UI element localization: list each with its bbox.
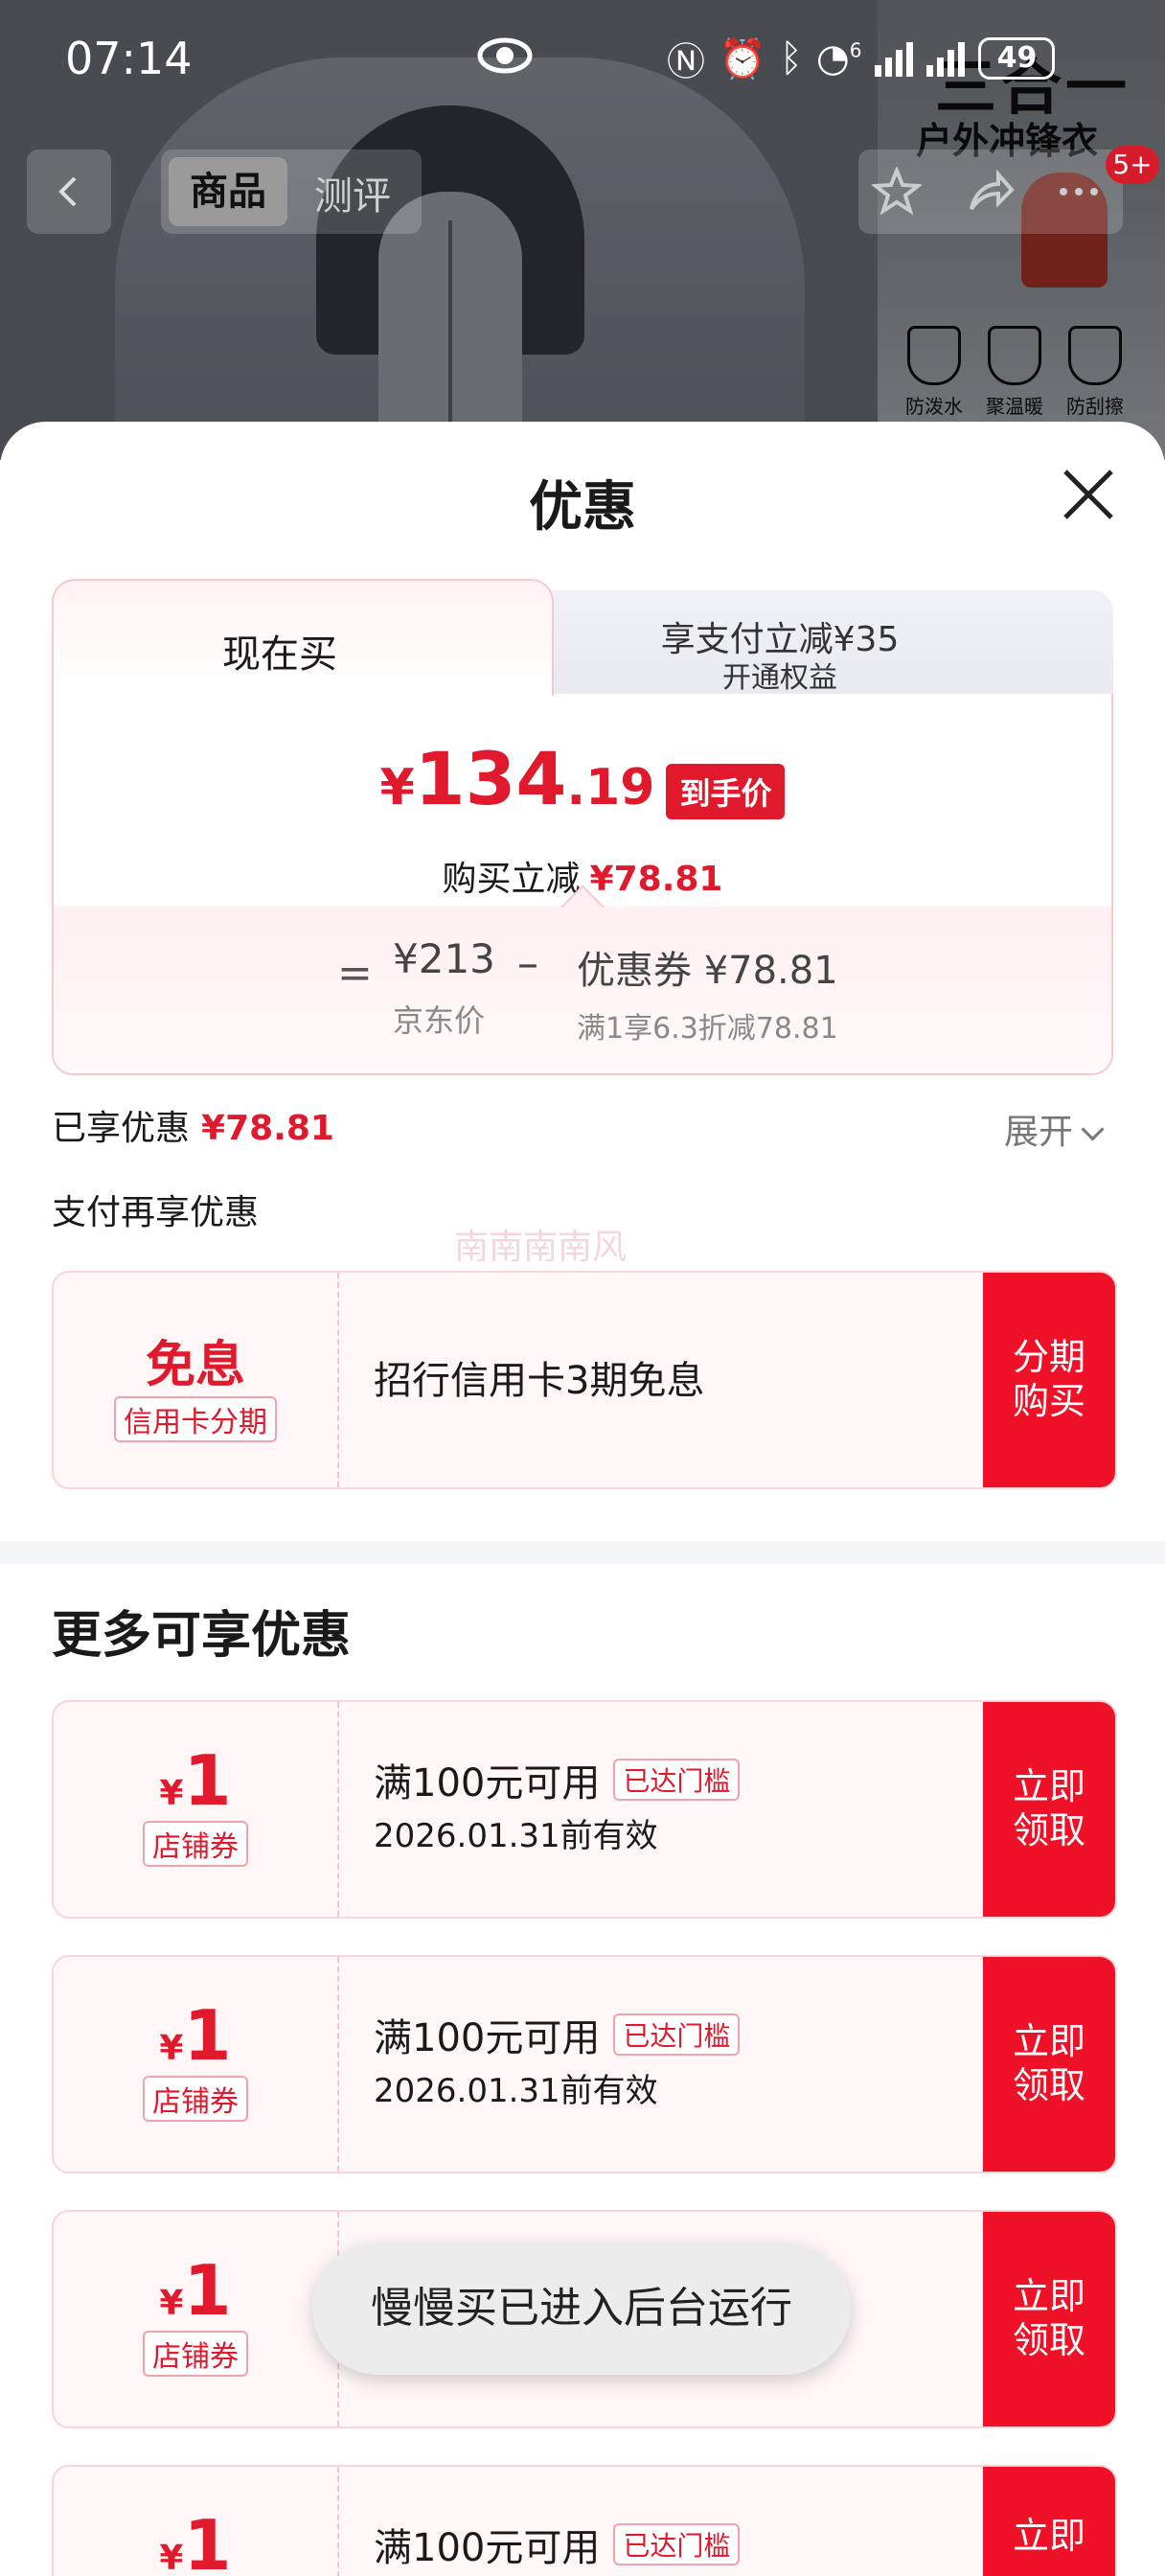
- enjoyed-discount: 已享优惠 ¥78.81: [52, 1100, 334, 1150]
- coupon-value: ¥1: [159, 1995, 232, 2076]
- coupon-amount: 优惠券 ¥78.81: [577, 949, 838, 993]
- close-icon[interactable]: [1058, 464, 1119, 525]
- coupon-card: ¥1 满100元可用 已达门槛 立即: [52, 2465, 1117, 2576]
- expand-label: 展开: [1004, 1113, 1074, 1152]
- status-bar: 07:14 Ⓝ ⏰ ᛒ ◔6 49: [0, 0, 1165, 115]
- coupon-left: ¥1: [54, 2467, 339, 2576]
- coupon-left: ¥1 店铺券: [54, 2212, 339, 2426]
- equals-sign: =: [337, 949, 373, 998]
- status-time: 07:14: [65, 33, 193, 84]
- toast-message: 慢慢买已进入后台运行: [312, 2242, 851, 2375]
- price-summary: ¥134.19 到手价 购买立减 ¥78.81 = ¥213 京东价 – 优惠券 ¥…: [52, 694, 1113, 1075]
- coupon-left: ¥1 店铺券: [54, 1957, 339, 2172]
- coupon-valid: 2026.01.31前有效: [374, 1817, 658, 1855]
- eye-icon: [477, 37, 533, 74]
- nav-tabs: 商品 测评: [161, 150, 422, 234]
- tab-pay-line2: 开通权益: [722, 661, 837, 695]
- coupon-detail: 满1享6.3折减78.81: [577, 1012, 838, 1046]
- reduce-label: 购买立减: [442, 860, 581, 899]
- battery-icon: 49: [978, 37, 1056, 80]
- back-button[interactable]: [27, 150, 111, 234]
- installment-buy-label: 分期 购买: [1012, 1336, 1085, 1422]
- interest-free-title: 免息: [145, 1337, 245, 1394]
- claim-coupon-button[interactable]: 立即 领取: [983, 1957, 1115, 2172]
- coupon-value: ¥1: [159, 2505, 232, 2576]
- coupon-card: ¥1 店铺券 满100元可用 已达门槛 2026.01.31前有效 立即 领取: [52, 1955, 1117, 2174]
- credit-desc: 招行信用卡3期免息: [374, 1359, 705, 1403]
- more-discounts-title: 更多可享优惠: [52, 1607, 352, 1665]
- coupon-valid: 2026.01.31前有效: [374, 2072, 658, 2110]
- pay-again-label: 支付再享优惠: [52, 1193, 260, 1232]
- wifi-icon: ◔6: [815, 36, 862, 80]
- cart-badge: 5+: [1106, 146, 1159, 184]
- expand-button[interactable]: 展开: [1004, 1104, 1105, 1154]
- credit-left: 免息 信用卡分期: [54, 1273, 339, 1487]
- minus-sign: –: [517, 939, 538, 988]
- tab-goods[interactable]: 商品: [169, 157, 287, 226]
- price-decimal: .19: [566, 759, 655, 816]
- claim-coupon-button[interactable]: 立即: [983, 2467, 1115, 2576]
- threshold-tag: 已达门槛: [613, 1759, 741, 1801]
- nav-actions: [858, 150, 1123, 234]
- tab-review[interactable]: 测评: [314, 165, 391, 220]
- installment-buy-button[interactable]: 分期 购买: [983, 1273, 1115, 1487]
- credit-installment-card: 免息 信用卡分期 招行信用卡3期免息 分期 购买: [52, 1271, 1117, 1489]
- final-price-tag: 到手价: [666, 763, 786, 819]
- coupon-left: ¥1 店铺券: [54, 1702, 339, 1917]
- signal-icon-2: [926, 40, 966, 77]
- jd-price: ¥213: [393, 935, 495, 982]
- signal-icon: [875, 40, 914, 77]
- coupon-value: ¥1: [159, 2250, 232, 2331]
- chevron-down-icon: [1081, 1117, 1105, 1141]
- bluetooth-icon: ᛒ: [779, 36, 803, 80]
- coupon-condition: 满100元可用 已达门槛: [374, 2517, 741, 2572]
- claim-coupon-button[interactable]: 立即 领取: [983, 1702, 1115, 1917]
- nfc-icon: Ⓝ: [667, 40, 705, 84]
- share-icon[interactable]: [966, 167, 1016, 217]
- threshold-tag: 已达门槛: [613, 2013, 741, 2056]
- coupon-type: 店铺券: [143, 2076, 248, 2122]
- tab-pay-discount[interactable]: 享支付立减¥35 开通权益: [492, 590, 1113, 698]
- price-currency: ¥: [379, 759, 415, 816]
- coupon-condition: 满100元可用 已达门槛: [374, 1752, 741, 1807]
- credit-sub: 信用卡分期: [114, 1396, 277, 1442]
- watermark: 南南南南风: [454, 1228, 628, 1267]
- back-arrow-icon: [58, 176, 77, 207]
- coupon-card: ¥1 店铺券 满100元可用 已达门槛 2026.01.31前有效 立即 领取: [52, 1700, 1117, 1919]
- section-divider: [0, 1541, 1165, 1564]
- price-integer: 134: [414, 736, 567, 821]
- star-icon[interactable]: [872, 167, 922, 217]
- status-icons: Ⓝ ⏰ ᛒ ◔6 49: [667, 31, 1056, 86]
- more-icon[interactable]: [1054, 167, 1104, 217]
- tab-buy-now-label: 现在买: [222, 632, 337, 677]
- price-breakdown: = ¥213 京东价 – 优惠券 ¥78.81 满1享6.3折减78.81: [54, 885, 1111, 1071]
- tab-buy-now[interactable]: 现在买: [52, 579, 554, 696]
- jd-price-label: 京东价: [393, 1002, 486, 1039]
- claim-coupon-button[interactable]: 立即 领取: [983, 2212, 1115, 2426]
- enjoyed-label: 已享优惠: [52, 1109, 191, 1148]
- coupon-type: 店铺券: [143, 2331, 248, 2377]
- enjoyed-value: ¥78.81: [201, 1109, 334, 1148]
- coupon-condition: 满100元可用 已达门槛: [374, 2007, 741, 2062]
- coupon-value: ¥1: [159, 1740, 232, 1821]
- sheet-title: 优惠: [529, 476, 636, 539]
- alarm-icon: ⏰: [719, 36, 766, 81]
- reduce-value: ¥78.81: [589, 860, 723, 899]
- threshold-tag: 已达门槛: [613, 2523, 741, 2565]
- final-price: ¥134.19 到手价: [54, 736, 1111, 821]
- coupon-type: 店铺券: [143, 1821, 248, 1867]
